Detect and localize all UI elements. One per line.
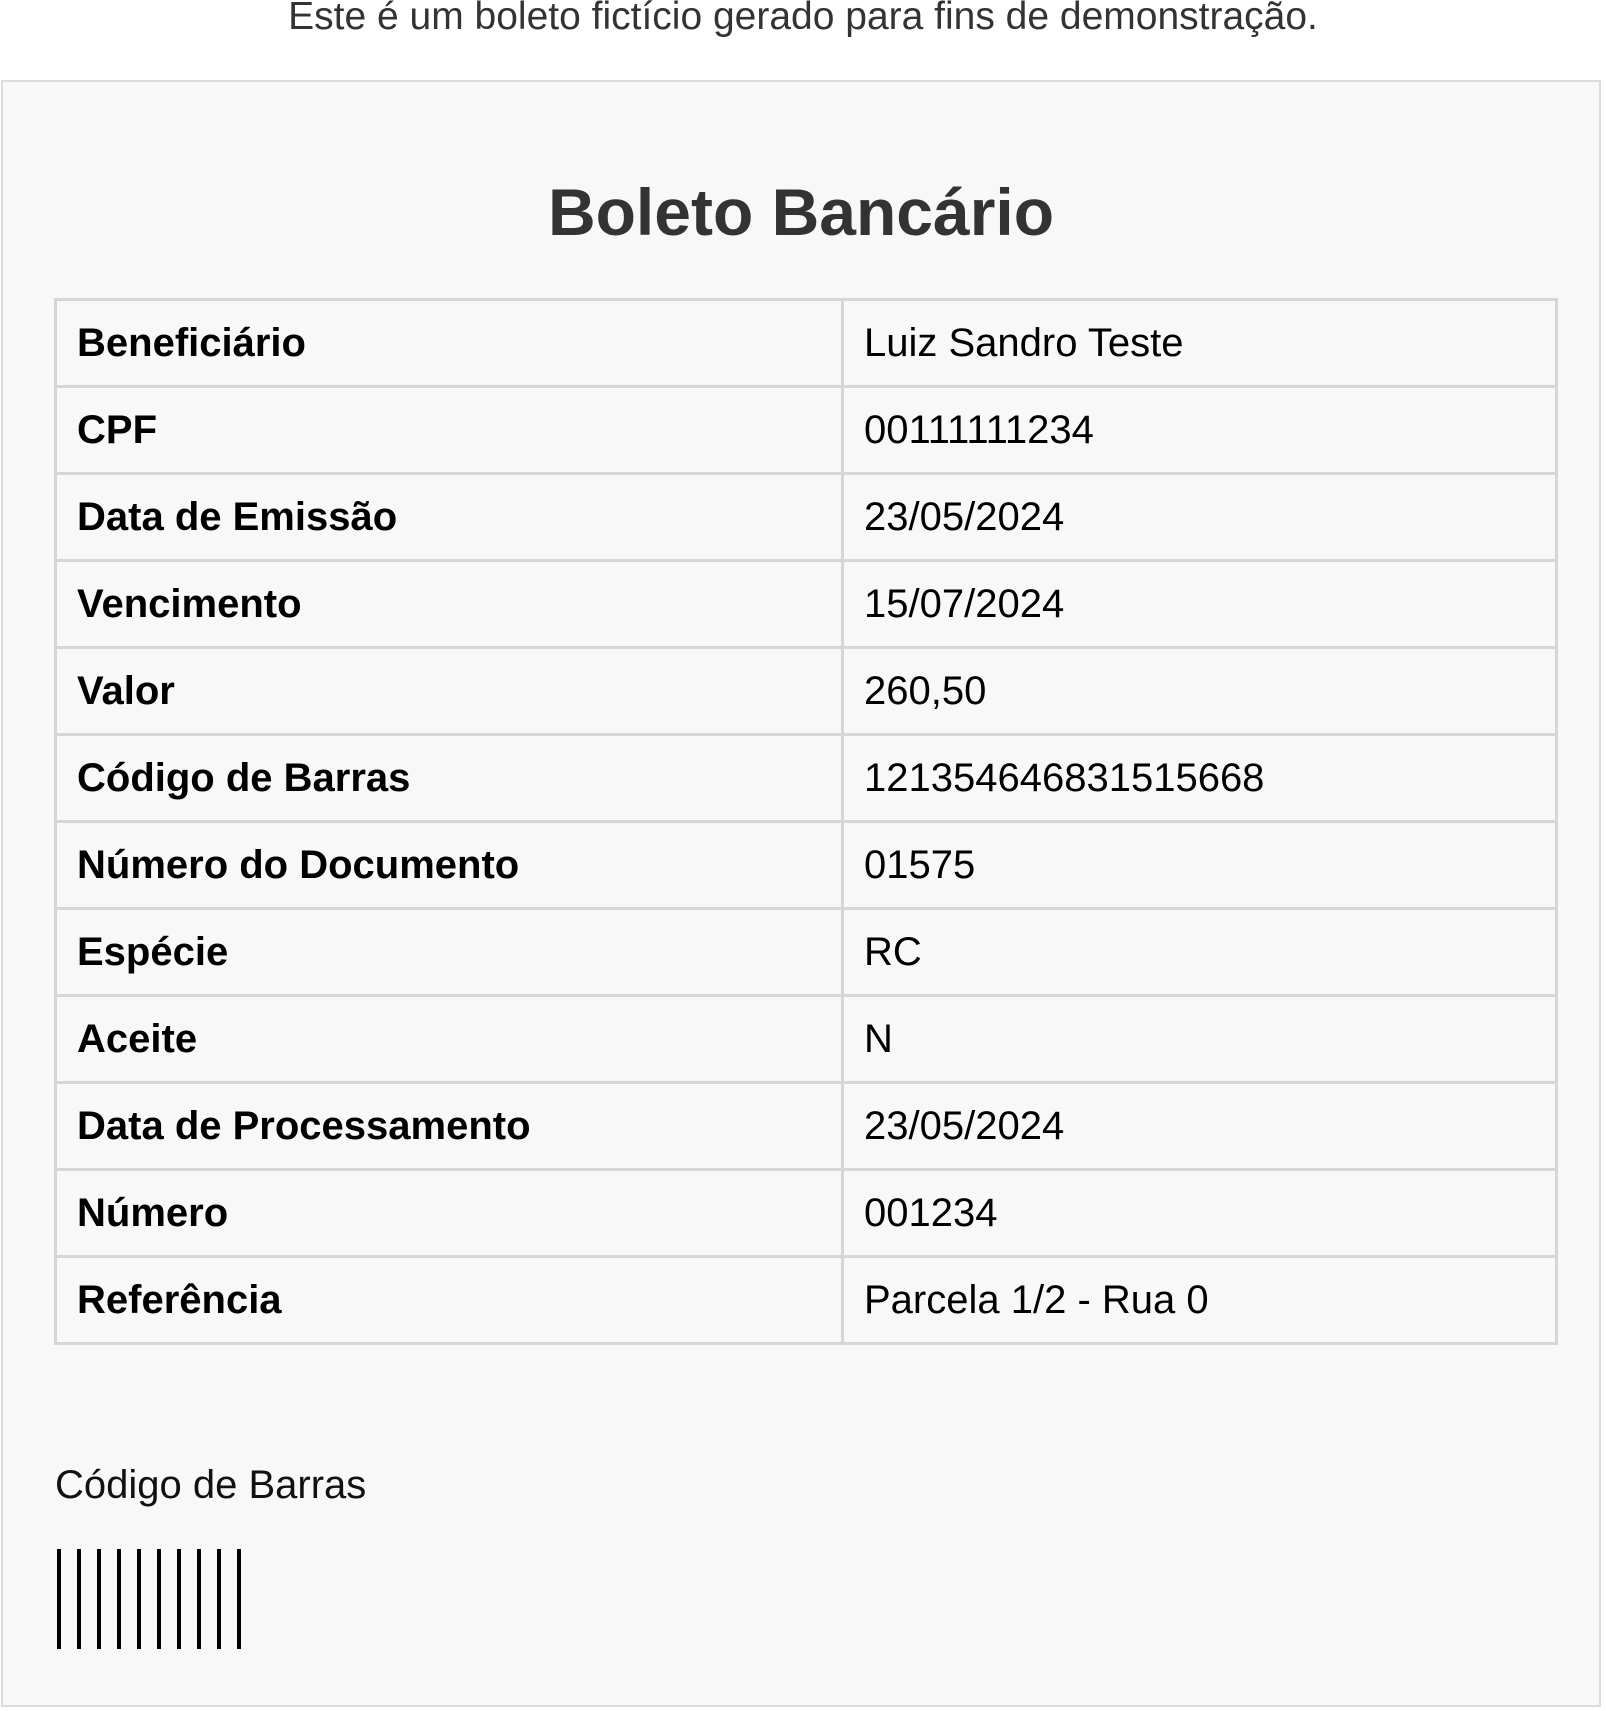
table-row: Beneficiário Luiz Sandro Teste: [54, 298, 1558, 388]
row-label-numero-documento: Número do Documento: [54, 820, 844, 910]
row-label-vencimento: Vencimento: [54, 559, 844, 649]
row-value-numero-documento: 01575: [841, 820, 1558, 910]
table-row: Vencimento 15/07/2024: [54, 559, 1558, 649]
row-label-data-emissao: Data de Emissão: [54, 472, 844, 562]
barcode-image: [57, 1549, 241, 1649]
table-row: Número 001234: [54, 1168, 1558, 1258]
boleto-title: Boleto Bancário: [547, 175, 1055, 249]
table-row: Código de Barras 121354646831515668: [54, 733, 1558, 823]
row-value-cpf: 00111111234: [841, 385, 1558, 475]
boleto-card: Boleto Bancário Beneficiário Luiz Sandro…: [1, 80, 1601, 1707]
table-row: Data de Processamento 23/05/2024: [54, 1081, 1558, 1171]
table-row: CPF 00111111234: [54, 385, 1558, 475]
row-label-especie: Espécie: [54, 907, 844, 997]
row-value-data-emissao: 23/05/2024: [841, 472, 1558, 562]
row-value-aceite: N: [841, 994, 1558, 1084]
row-label-numero: Número: [54, 1168, 844, 1258]
demo-notice: Este é um boleto fictício gerado para fi…: [288, 0, 1318, 38]
table-row: Espécie RC: [54, 907, 1558, 997]
row-value-vencimento: 15/07/2024: [841, 559, 1558, 649]
table-row: Referência Parcela 1/2 - Rua 0: [54, 1255, 1558, 1345]
row-label-valor: Valor: [54, 646, 844, 736]
row-value-beneficiario: Luiz Sandro Teste: [841, 298, 1558, 388]
table-row: Data de Emissão 23/05/2024: [54, 472, 1558, 562]
row-label-data-processamento: Data de Processamento: [54, 1081, 844, 1171]
row-value-valor: 260,50: [841, 646, 1558, 736]
row-label-cpf: CPF: [54, 385, 844, 475]
row-label-codigo-barras: Código de Barras: [54, 733, 844, 823]
table-row: Valor 260,50: [54, 646, 1558, 736]
row-value-data-processamento: 23/05/2024: [841, 1081, 1558, 1171]
row-label-beneficiario: Beneficiário: [54, 298, 844, 388]
row-value-codigo-barras: 121354646831515668: [841, 733, 1558, 823]
row-value-referencia: Parcela 1/2 - Rua 0: [841, 1255, 1558, 1345]
boleto-info-table: Beneficiário Luiz Sandro Teste CPF 00111…: [54, 298, 1558, 1345]
table-row: Aceite N: [54, 994, 1558, 1084]
row-value-especie: RC: [841, 907, 1558, 997]
row-value-numero: 001234: [841, 1168, 1558, 1258]
barcode-label: Código de Barras: [55, 1463, 367, 1507]
table-row: Número do Documento 01575: [54, 820, 1558, 910]
row-label-referencia: Referência: [54, 1255, 844, 1345]
row-label-aceite: Aceite: [54, 994, 844, 1084]
